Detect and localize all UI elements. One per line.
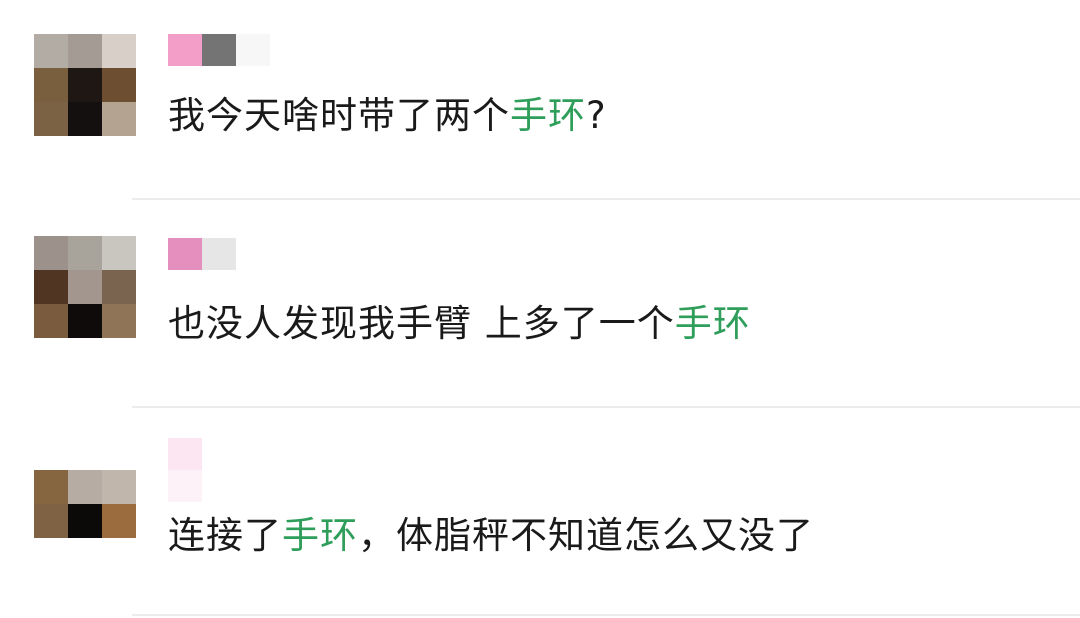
comment-item: 也没人发现我手臂 上多了一个手环 [0,200,1080,408]
comment-text-post: ，体脂秤不知道怎么又没了 [358,514,814,557]
avatar-pixel [68,102,102,136]
avatar-pixel [102,236,136,270]
avatar-pixel [68,236,102,270]
avatar-pixel [68,270,102,304]
comment-text-post: ? [586,94,607,137]
username-pixel [168,470,202,502]
avatar-pixel [34,470,68,504]
comment-text-pre: 也没人发现我手臂 上多了一个 [168,302,675,345]
comment-text: 我今天啥时带了两个手环? [168,92,607,140]
username-pixel [202,34,236,66]
avatar-pixel [34,34,68,68]
divider [132,614,1080,616]
avatar-pixel [102,34,136,68]
username-pixel [202,238,236,270]
avatar-pixel [34,304,68,338]
comment-text-pre: 我今天啥时带了两个 [168,94,510,137]
avatar-pixel [68,470,102,504]
avatar-pixel [102,304,136,338]
avatar-pixel [102,270,136,304]
avatar-pixel [68,34,102,68]
comment-item: 连接了手环，体脂秤不知道怎么又没了 [0,408,1080,618]
comment-text: 也没人发现我手臂 上多了一个手环 [168,300,751,348]
username-pixel [168,34,202,66]
keyword-link[interactable]: 手环 [282,514,358,557]
avatar-pixel [102,68,136,102]
avatar-pixel [68,504,102,538]
username-pixel [270,34,304,66]
avatar-pixel [34,102,68,136]
avatar-pixel [34,504,68,538]
avatar-pixel [68,304,102,338]
avatar-pixel [68,68,102,102]
comment-text-pre: 连接了 [168,514,282,557]
avatar-pixel [102,470,136,504]
keyword-link[interactable]: 手环 [510,94,586,137]
comment-item: 我今天啥时带了两个手环? [0,0,1080,200]
avatar[interactable] [34,34,136,136]
avatar-pixel [102,102,136,136]
avatar-pixel [34,270,68,304]
avatar-pixel [34,236,68,270]
avatar-pixel [102,504,136,538]
avatar[interactable] [34,470,136,572]
username-redacted[interactable] [168,438,202,502]
username-pixel [168,238,202,270]
username-redacted[interactable] [168,34,304,66]
avatar[interactable] [34,236,136,338]
username-pixel [168,438,202,470]
username-pixel [236,34,270,66]
avatar-pixel [34,68,68,102]
keyword-link[interactable]: 手环 [675,302,751,345]
comment-text: 连接了手环，体脂秤不知道怎么又没了 [168,512,814,560]
username-redacted[interactable] [168,238,236,270]
